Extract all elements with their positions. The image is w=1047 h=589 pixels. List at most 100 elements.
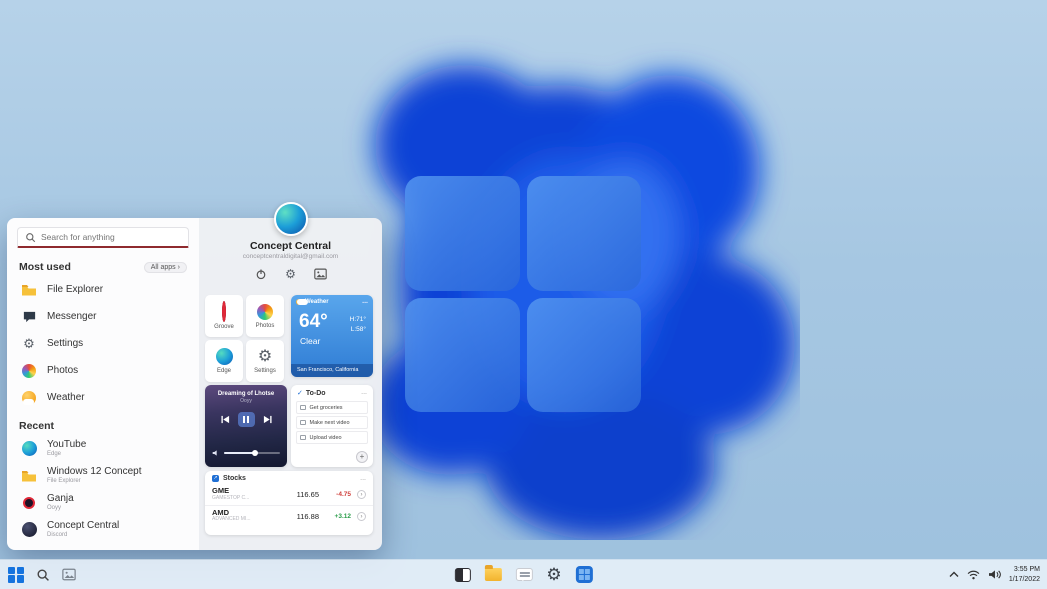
weather-widget[interactable]: Weather ... 64° H:71° L:58° Clear San Fr… xyxy=(291,295,373,377)
power-icon[interactable] xyxy=(254,267,268,281)
stock-company: GAMESTOP C... xyxy=(212,494,250,501)
checkbox[interactable] xyxy=(300,419,306,426)
pause-icon[interactable] xyxy=(237,412,255,427)
checkbox[interactable] xyxy=(300,434,306,441)
stocks-menu-button[interactable]: ... xyxy=(360,475,366,482)
edge-icon xyxy=(21,441,37,457)
recent-item-windows-12-concept[interactable]: Windows 12 Concept File Explorer xyxy=(7,462,199,489)
volume-slider[interactable] xyxy=(224,450,280,456)
tile-edge[interactable]: Edge xyxy=(205,340,243,382)
gear-icon: ⚙ xyxy=(257,347,273,365)
stock-change: +3.12 xyxy=(334,512,351,520)
stock-row-amd[interactable]: AMD ADVANCED MI... 116.88 +3.12 › xyxy=(205,505,373,526)
windows-logo-tile xyxy=(526,176,641,291)
search-bar[interactable] xyxy=(17,227,189,248)
groove-icon xyxy=(21,495,37,511)
taskbar-pictures-button[interactable] xyxy=(62,568,76,581)
pictures-icon[interactable] xyxy=(314,267,328,281)
tile-label: Edge xyxy=(216,368,231,374)
todo-item[interactable]: Get groceries xyxy=(296,401,368,414)
todo-item[interactable]: Make next video xyxy=(296,416,368,429)
app-item-messenger[interactable]: Messenger xyxy=(7,303,199,330)
volume-icon[interactable] xyxy=(212,444,220,462)
tray-overflow-button[interactable] xyxy=(949,571,959,578)
chevron-right-icon[interactable]: › xyxy=(357,511,366,521)
most-used-header: Most used All apps › xyxy=(7,252,199,276)
stocks-widget: ↗ Stocks ... GME GAMESTOP C... 116.65 -4… xyxy=(205,471,373,535)
app-item-settings[interactable]: ⚙ Settings xyxy=(7,330,199,357)
recent-item-name: Concept Central xyxy=(47,520,120,532)
app-item-weather[interactable]: Weather xyxy=(7,384,199,411)
chevron-right-icon[interactable]: › xyxy=(357,490,366,499)
all-apps-button[interactable]: All apps › xyxy=(143,261,187,273)
app-item-label: Messenger xyxy=(47,311,97,322)
recent-item-youtube[interactable]: YouTube Edge xyxy=(7,435,199,462)
music-track-title: Dreaming of Lhotse xyxy=(217,391,275,397)
recent-title: Recent xyxy=(19,420,55,432)
photos-icon xyxy=(257,303,273,320)
todo-item[interactable]: Upload video xyxy=(296,431,368,444)
add-todo-button[interactable]: + xyxy=(356,451,368,463)
music-player-widget: Dreaming of Lhotse Ooyy xyxy=(205,385,287,467)
task-view-button[interactable] xyxy=(454,567,471,582)
windows-start-icon xyxy=(8,566,24,583)
windows-logo-tile xyxy=(405,176,520,291)
wifi-button[interactable] xyxy=(967,570,980,580)
volume-button[interactable] xyxy=(988,569,1001,580)
tile-label: Groove xyxy=(214,323,234,330)
stock-price: 116.65 xyxy=(296,490,319,499)
tile-photos[interactable]: Photos xyxy=(246,295,284,337)
recent-item-concept-central[interactable]: Concept Central Discord xyxy=(7,516,199,543)
taskbar-search-button[interactable] xyxy=(36,568,50,582)
chat-icon xyxy=(515,568,533,581)
todo-widget: ✓ To-Do ... Get groceries Make next vide… xyxy=(291,385,373,467)
settings-button[interactable]: ⚙ xyxy=(546,566,561,583)
tray-time: 3:55 PM xyxy=(1013,566,1040,574)
previous-track-icon[interactable] xyxy=(220,415,230,424)
weather-low: L:58° xyxy=(350,325,366,333)
most-used-title: Most used xyxy=(19,261,71,273)
groove-icon xyxy=(222,300,226,322)
app-item-file-explorer[interactable]: File Explorer xyxy=(7,276,199,303)
start-menu-right-pane: Concept Central conceptcentraldigital@gm… xyxy=(199,202,382,550)
chat-button[interactable] xyxy=(515,568,533,581)
task-view-icon xyxy=(454,567,471,582)
tile-settings[interactable]: ⚙ Settings xyxy=(246,340,284,382)
taskbar: ⚙ 3:55 PM 1/17/2022 xyxy=(0,560,1047,589)
checkbox[interactable] xyxy=(300,404,306,411)
file-explorer-button[interactable] xyxy=(484,565,502,581)
windows-logo-tile xyxy=(405,297,520,412)
edge-icon xyxy=(215,348,233,365)
discord-icon xyxy=(21,522,37,538)
volume-slider-handle[interactable] xyxy=(252,450,259,456)
search-input[interactable] xyxy=(41,232,181,242)
app-item-photos[interactable]: Photos xyxy=(7,357,199,384)
music-artist: Ooyy xyxy=(240,398,252,404)
messenger-icon xyxy=(21,309,37,325)
stock-company: ADVANCED MI... xyxy=(212,516,251,523)
recent-item-name: Windows 12 Concept xyxy=(47,466,142,478)
gear-icon[interactable]: ⚙ xyxy=(284,267,298,281)
pictures-icon xyxy=(62,568,76,581)
tile-groove[interactable]: Groove xyxy=(205,295,243,337)
tile-label: Photos xyxy=(255,322,275,329)
profile-email: conceptcentraldigital@gmail.com xyxy=(242,253,339,260)
tray-date: 1/17/2022 xyxy=(1008,575,1040,583)
recent-item-ganja[interactable]: Ganja Ooyy xyxy=(7,489,199,516)
weather-title: Weather xyxy=(305,299,329,305)
clock[interactable]: 3:55 PM 1/17/2022 xyxy=(1009,565,1040,584)
stock-row-gme[interactable]: GME GAMESTOP C... 116.65 -4.75 › xyxy=(205,484,373,505)
photos-icon xyxy=(21,363,37,379)
avatar[interactable] xyxy=(273,202,308,236)
recent-item-app: Discord xyxy=(47,531,68,538)
start-button[interactable] xyxy=(8,566,24,583)
todo-menu-button[interactable]: ... xyxy=(361,389,367,396)
search-icon xyxy=(37,568,49,581)
weather-menu-button[interactable]: ... xyxy=(362,298,368,305)
chevron-right-icon: › xyxy=(177,263,180,271)
next-track-icon[interactable] xyxy=(263,415,272,424)
folder-icon xyxy=(484,565,502,581)
search-icon xyxy=(25,229,36,245)
todo-title: To-Do xyxy=(305,389,326,397)
windows-app-button[interactable] xyxy=(575,566,593,583)
